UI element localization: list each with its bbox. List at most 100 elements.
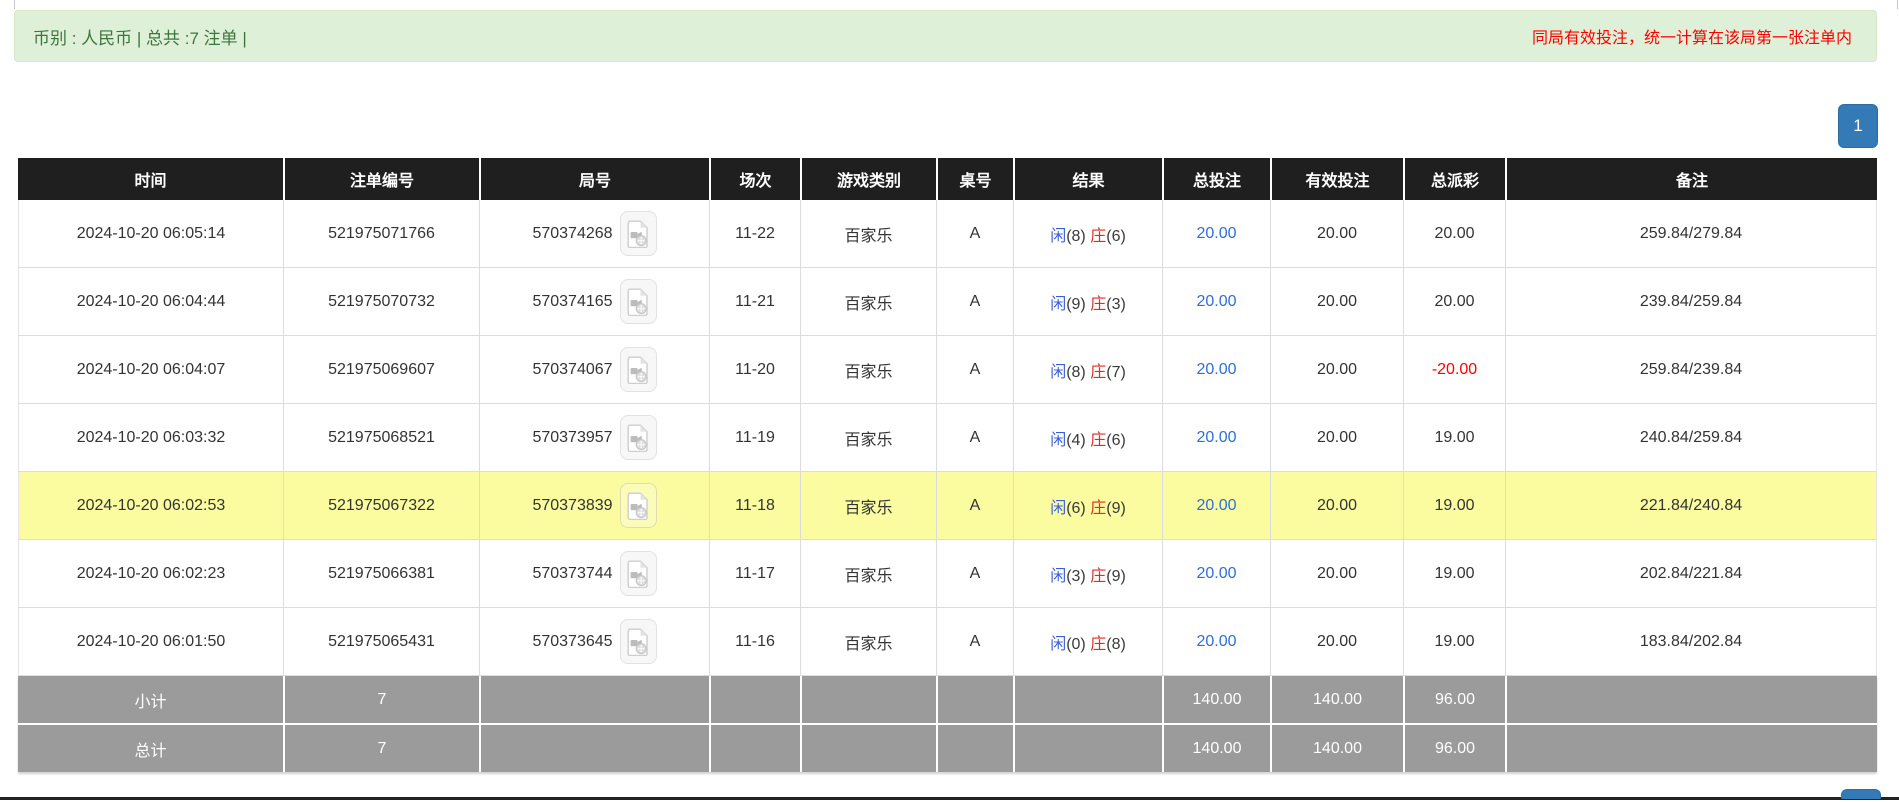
top-panel-remnant (14, 0, 1898, 9)
cell-session: 11-18 (709, 472, 800, 540)
subtotal-count: 7 (283, 676, 479, 723)
cell-remark: 240.84/259.84 (1505, 404, 1877, 472)
cell-total-bet: 20.00 (1162, 608, 1270, 676)
cell-valid-bet: 20.00 (1270, 268, 1403, 336)
currency-summary-text: 币别 : 人民币 | 总共 :7 注单 | (33, 24, 247, 49)
cell-game-type: 百家乐 (800, 608, 936, 676)
cell-payout: 20.00 (1403, 268, 1505, 336)
cell-table-no: A (936, 540, 1013, 608)
grand-total-label: 总计 (18, 723, 283, 772)
cell-result: 闲(8) 庄(7) (1013, 336, 1162, 404)
cell-session: 11-22 (709, 200, 800, 268)
cell-bet-id: 521975071766 (283, 200, 479, 268)
cell-time: 2024-10-20 06:03:32 (18, 404, 283, 472)
bottom-pagination-button-partial[interactable] (1841, 789, 1881, 799)
table-footer: 小计 7 140.00 140.00 96.00 总计 7 140.00 140… (18, 676, 1877, 772)
table-row: 2024-10-20 06:04:07 521975069607 5703740… (18, 336, 1877, 404)
video-file-icon (627, 220, 649, 248)
subtotal-valid-bet: 140.00 (1270, 676, 1403, 723)
col-header-game-type: 游戏类别 (800, 158, 936, 200)
cell-total-bet: 20.00 (1162, 268, 1270, 336)
video-replay-button[interactable] (620, 211, 657, 256)
cell-game-id: 570374268 (479, 200, 709, 268)
grand-total-valid-bet: 140.00 (1270, 723, 1403, 772)
video-file-icon (627, 560, 649, 588)
col-header-remark: 备注 (1505, 158, 1877, 200)
total-bet-link[interactable]: 20.00 (1196, 565, 1236, 582)
cell-bet-id: 521975065431 (283, 608, 479, 676)
total-bet-link[interactable]: 20.00 (1196, 293, 1236, 310)
cell-time: 2024-10-20 06:01:50 (18, 608, 283, 676)
cell-remark: 202.84/221.84 (1505, 540, 1877, 608)
video-replay-button[interactable] (620, 619, 657, 664)
cell-total-bet: 20.00 (1162, 404, 1270, 472)
cell-result: 闲(8) 庄(6) (1013, 200, 1162, 268)
video-file-icon (627, 356, 649, 384)
col-header-time: 时间 (18, 158, 283, 200)
video-replay-button[interactable] (620, 279, 657, 324)
video-file-icon (627, 628, 649, 656)
cell-payout: 19.00 (1403, 608, 1505, 676)
total-bet-link[interactable]: 20.00 (1196, 361, 1236, 378)
cell-time: 2024-10-20 06:02:53 (18, 472, 283, 540)
bet-history-page: 币别 : 人民币 | 总共 :7 注单 | 同局有效投注，统一计算在该局第一张注… (0, 0, 1899, 802)
cell-payout: 19.00 (1403, 540, 1505, 608)
currency-summary-banner: 币别 : 人民币 | 总共 :7 注单 | 同局有效投注，统一计算在该局第一张注… (14, 10, 1877, 62)
subtotal-row: 小计 7 140.00 140.00 96.00 (18, 676, 1877, 723)
total-bet-link[interactable]: 20.00 (1196, 497, 1236, 514)
table-row: 2024-10-20 06:03:32 521975068521 5703739… (18, 404, 1877, 472)
cell-total-bet: 20.00 (1162, 200, 1270, 268)
video-file-icon (627, 492, 649, 520)
total-bet-link[interactable]: 20.00 (1196, 633, 1236, 650)
cell-game-type: 百家乐 (800, 268, 936, 336)
cell-table-no: A (936, 404, 1013, 472)
cell-remark: 221.84/240.84 (1505, 472, 1877, 540)
cell-bet-id: 521975067322 (283, 472, 479, 540)
cell-bet-id: 521975069607 (283, 336, 479, 404)
col-header-payout: 总派彩 (1403, 158, 1505, 200)
cell-game-id: 570374067 (479, 336, 709, 404)
cell-session: 11-16 (709, 608, 800, 676)
video-replay-button[interactable] (620, 551, 657, 596)
grand-total-count: 7 (283, 723, 479, 772)
subtotal-label: 小计 (18, 676, 283, 723)
cell-remark: 183.84/202.84 (1505, 608, 1877, 676)
cell-game-type: 百家乐 (800, 200, 936, 268)
table-row: 2024-10-20 06:04:44 521975070732 5703741… (18, 268, 1877, 336)
cell-game-id: 570373744 (479, 540, 709, 608)
video-file-icon (627, 288, 649, 316)
cell-game-type: 百家乐 (800, 336, 936, 404)
grand-total-total-bet: 140.00 (1162, 723, 1270, 772)
cell-bet-id: 521975066381 (283, 540, 479, 608)
cell-valid-bet: 20.00 (1270, 336, 1403, 404)
cell-game-type: 百家乐 (800, 472, 936, 540)
cell-game-id: 570373839 (479, 472, 709, 540)
cell-payout: 20.00 (1403, 200, 1505, 268)
video-replay-button[interactable] (620, 415, 657, 460)
subtotal-total-bet: 140.00 (1162, 676, 1270, 723)
grand-total-row: 总计 7 140.00 140.00 96.00 (18, 723, 1877, 772)
cell-bet-id: 521975068521 (283, 404, 479, 472)
cell-table-no: A (936, 268, 1013, 336)
video-replay-button[interactable] (620, 483, 657, 528)
total-bet-link[interactable]: 20.00 (1196, 225, 1236, 242)
video-replay-button[interactable] (620, 347, 657, 392)
table-row: 2024-10-20 06:01:50 521975065431 5703736… (18, 608, 1877, 676)
bottom-divider-line (0, 797, 1899, 800)
cell-time: 2024-10-20 06:02:23 (18, 540, 283, 608)
col-header-game-id: 局号 (479, 158, 709, 200)
col-header-table-no: 桌号 (936, 158, 1013, 200)
pagination-page-1-button[interactable]: 1 (1838, 104, 1878, 148)
table-header: 时间 注单编号 局号 场次 游戏类别 桌号 结果 总投注 有效投注 总派彩 备注 (18, 158, 1877, 200)
col-header-bet-id: 注单编号 (283, 158, 479, 200)
cell-payout: 19.00 (1403, 404, 1505, 472)
total-bet-link[interactable]: 20.00 (1196, 429, 1236, 446)
cell-time: 2024-10-20 06:05:14 (18, 200, 283, 268)
cell-bet-id: 521975070732 (283, 268, 479, 336)
cell-valid-bet: 20.00 (1270, 200, 1403, 268)
cell-valid-bet: 20.00 (1270, 404, 1403, 472)
subtotal-payout: 96.00 (1403, 676, 1505, 723)
bet-records-table-wrap: 时间 注单编号 局号 场次 游戏类别 桌号 结果 总投注 有效投注 总派彩 备注… (18, 158, 1877, 772)
cell-session: 11-20 (709, 336, 800, 404)
cell-valid-bet: 20.00 (1270, 608, 1403, 676)
